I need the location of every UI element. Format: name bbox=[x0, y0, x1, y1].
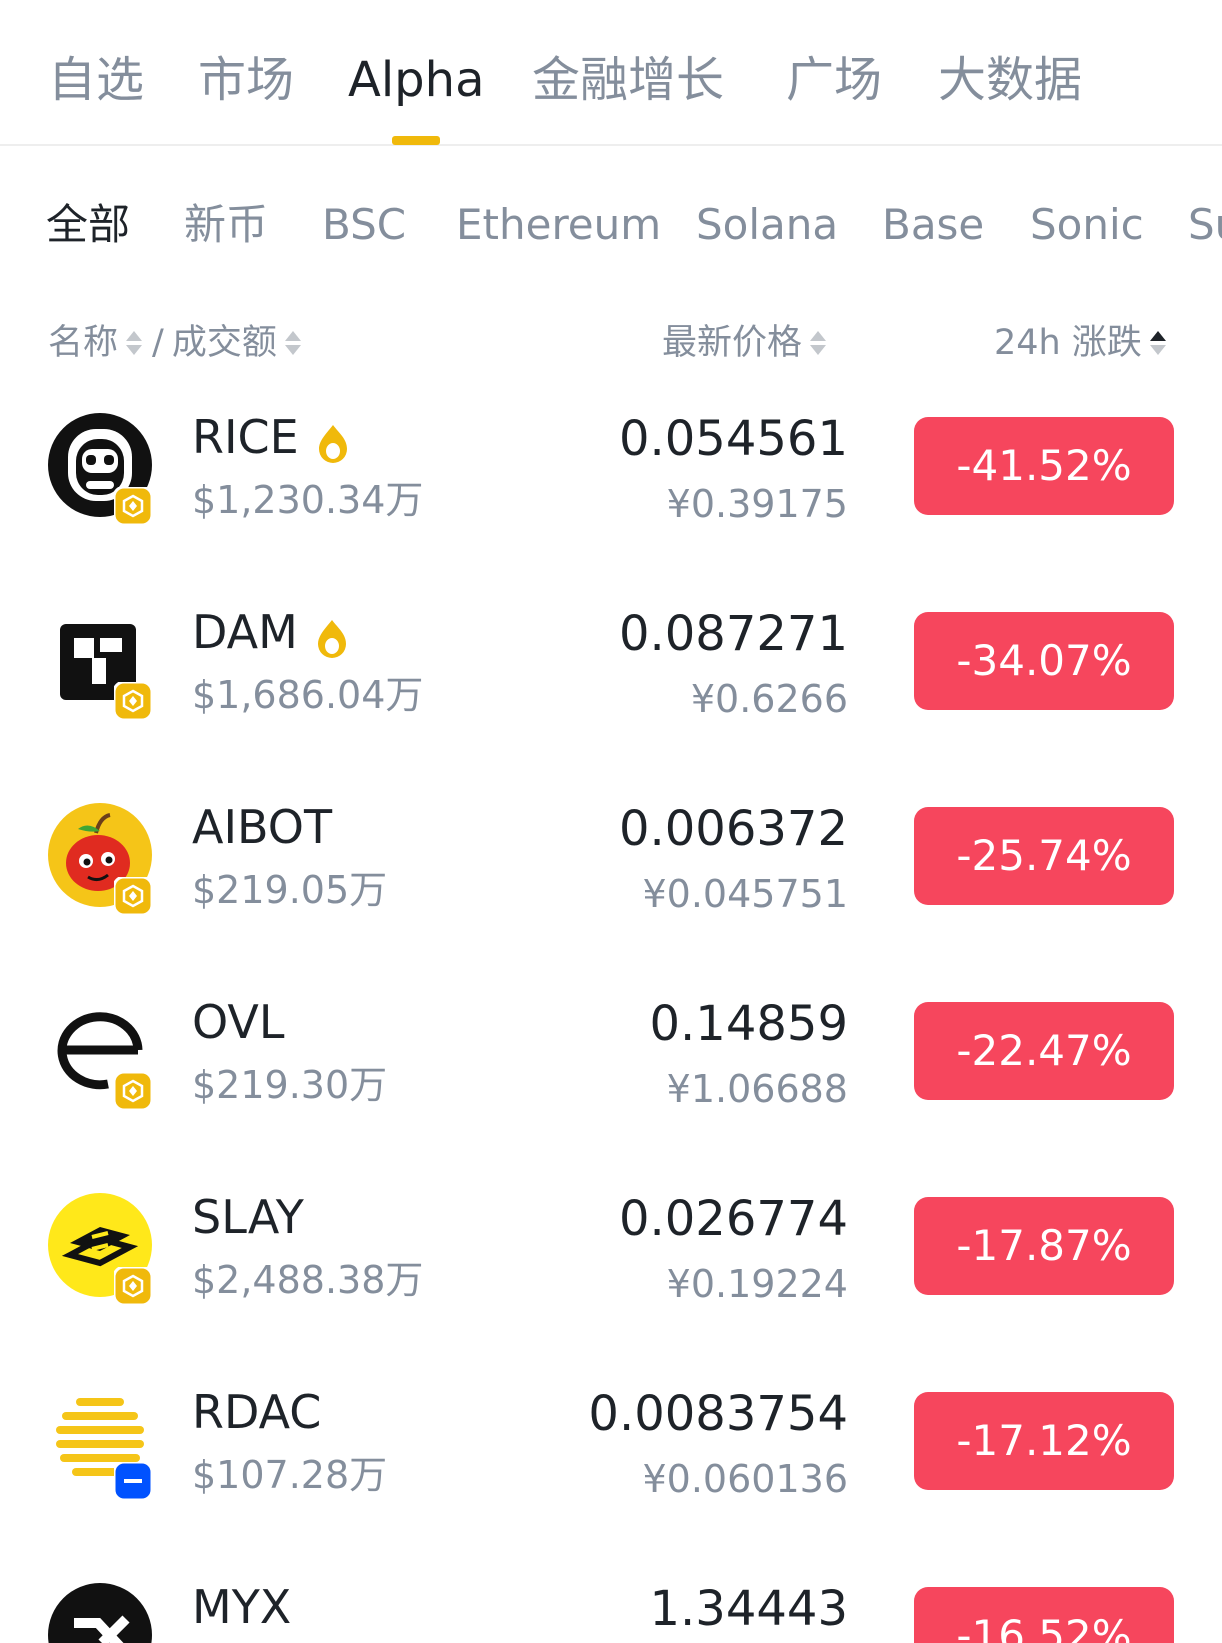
tab-big-data[interactable]: 大数据 bbox=[938, 50, 1082, 110]
token-symbol-text: DAM bbox=[192, 605, 298, 659]
sort-arrows-icon[interactable] bbox=[124, 323, 144, 363]
list-header-name-volume: 名称 / 成交额 bbox=[48, 318, 303, 368]
trading-volume: $219.30万 bbox=[192, 1063, 388, 1107]
price-cny: ¥0.060136 bbox=[642, 1457, 849, 1501]
list-item[interactable]: RDAC $107.28万 0.0083754 ¥0.060136 -17.12… bbox=[0, 1370, 1222, 1565]
chain-filter-bar: 全部 新币 BSC Ethereum Solana Base Sonic Su bbox=[0, 190, 1222, 260]
list-header-price: 最新价格 bbox=[662, 318, 828, 368]
tab-market[interactable]: 市场 bbox=[198, 50, 294, 110]
list-item[interactable]: RICE $1,230.34万 0.054561 ¥0.39175 -41.52… bbox=[0, 395, 1222, 590]
list-item[interactable]: MYX 1.34443 -16.52% bbox=[0, 1565, 1222, 1643]
token-symbol-text: MYX bbox=[192, 1580, 292, 1634]
token-symbol-text: RICE bbox=[192, 410, 299, 464]
trading-volume: $219.05万 bbox=[192, 868, 388, 912]
token-symbol: MYX bbox=[192, 1577, 291, 1637]
latest-price: 0.054561 bbox=[618, 411, 848, 467]
tab-alpha[interactable]: Alpha bbox=[348, 50, 484, 110]
price-cny: ¥0.19224 bbox=[666, 1262, 848, 1306]
active-tab-indicator bbox=[392, 136, 440, 145]
change-badge[interactable]: -34.07% bbox=[914, 612, 1174, 710]
header-separator: / bbox=[152, 323, 164, 363]
bnb-chain-icon bbox=[112, 1070, 154, 1112]
tab-finance-growth[interactable]: 金融增长 bbox=[532, 50, 724, 110]
top-tab-bar: 自选 市场 Alpha 金融增长 广场 大数据 bbox=[0, 0, 1222, 146]
fire-icon bbox=[317, 417, 349, 463]
token-symbol: SLAY bbox=[192, 1187, 304, 1247]
change-badge[interactable]: -17.87% bbox=[914, 1197, 1174, 1295]
trading-volume: $1,230.34万 bbox=[192, 478, 424, 522]
filter-new-coins[interactable]: 新币 bbox=[184, 190, 268, 260]
list-item[interactable]: DAM $1,686.04万 0.087271 ¥0.6266 -34.07% bbox=[0, 590, 1222, 785]
list-item[interactable]: OVL $219.30万 0.14859 ¥1.06688 -22.47% bbox=[0, 980, 1222, 1175]
myx-logo-icon bbox=[48, 1583, 152, 1643]
change-badge[interactable]: -22.47% bbox=[914, 1002, 1174, 1100]
bnb-chain-icon bbox=[112, 680, 154, 722]
trading-volume: $1,686.04万 bbox=[192, 673, 424, 717]
trading-volume: $107.28万 bbox=[192, 1453, 388, 1497]
token-symbol: DAM bbox=[192, 602, 348, 662]
latest-price: 0.026774 bbox=[618, 1191, 848, 1247]
sort-by-name[interactable]: 名称 bbox=[48, 318, 118, 368]
list-item[interactable]: AIBOT $219.05万 0.006372 ¥0.045751 -25.74… bbox=[0, 785, 1222, 980]
filter-bsc[interactable]: BSC bbox=[322, 190, 406, 260]
bnb-chain-icon bbox=[112, 485, 154, 527]
token-symbol: RICE bbox=[192, 407, 349, 467]
token-symbol: OVL bbox=[192, 992, 285, 1052]
filter-all[interactable]: 全部 bbox=[46, 190, 130, 260]
price-cny: ¥1.06688 bbox=[666, 1067, 848, 1111]
change-badge[interactable]: -25.74% bbox=[914, 807, 1174, 905]
fire-icon bbox=[316, 612, 348, 658]
sort-arrows-icon[interactable] bbox=[283, 323, 303, 363]
sort-by-price[interactable]: 最新价格 bbox=[662, 318, 802, 368]
tab-square[interactable]: 广场 bbox=[786, 50, 882, 110]
token-symbol-text: AIBOT bbox=[192, 800, 333, 854]
filter-solana[interactable]: Solana bbox=[696, 190, 838, 260]
list-header-change: 24h 涨跌 bbox=[994, 318, 1168, 368]
filter-sonic[interactable]: Sonic bbox=[1030, 190, 1144, 260]
bnb-chain-icon bbox=[112, 1265, 154, 1307]
token-symbol-text: RDAC bbox=[192, 1385, 322, 1439]
change-badge[interactable]: -41.52% bbox=[914, 417, 1174, 515]
token-symbol: RDAC bbox=[192, 1382, 321, 1442]
latest-price: 0.0083754 bbox=[588, 1386, 848, 1442]
change-badge[interactable]: -16.52% bbox=[914, 1587, 1174, 1643]
latest-price: 0.087271 bbox=[618, 606, 848, 662]
token-symbol-text: OVL bbox=[192, 995, 285, 1049]
bnb-chain-icon bbox=[112, 875, 154, 917]
sort-arrows-active-icon[interactable] bbox=[1148, 323, 1168, 363]
price-cny: ¥0.6266 bbox=[690, 677, 848, 721]
price-cny: ¥0.045751 bbox=[642, 872, 849, 916]
trading-volume: $2,488.38万 bbox=[192, 1258, 424, 1302]
change-badge[interactable]: -17.12% bbox=[914, 1392, 1174, 1490]
latest-price: 0.14859 bbox=[649, 996, 849, 1052]
filter-more[interactable]: Su bbox=[1188, 190, 1222, 260]
filter-ethereum[interactable]: Ethereum bbox=[456, 190, 661, 260]
token-symbol: AIBOT bbox=[192, 797, 332, 857]
tab-favorites[interactable]: 自选 bbox=[48, 50, 144, 110]
sort-by-change[interactable]: 24h 涨跌 bbox=[994, 318, 1142, 368]
sort-arrows-icon[interactable] bbox=[808, 323, 828, 363]
latest-price: 1.34443 bbox=[649, 1581, 849, 1637]
token-symbol-text: SLAY bbox=[192, 1190, 304, 1244]
price-cny: ¥0.39175 bbox=[666, 482, 848, 526]
sort-by-volume[interactable]: 成交额 bbox=[172, 318, 277, 368]
filter-base[interactable]: Base bbox=[882, 190, 984, 260]
list-item[interactable]: SLAY $2,488.38万 0.026774 ¥0.19224 -17.87… bbox=[0, 1175, 1222, 1370]
base-chain-icon bbox=[112, 1460, 154, 1502]
latest-price: 0.006372 bbox=[618, 801, 848, 857]
